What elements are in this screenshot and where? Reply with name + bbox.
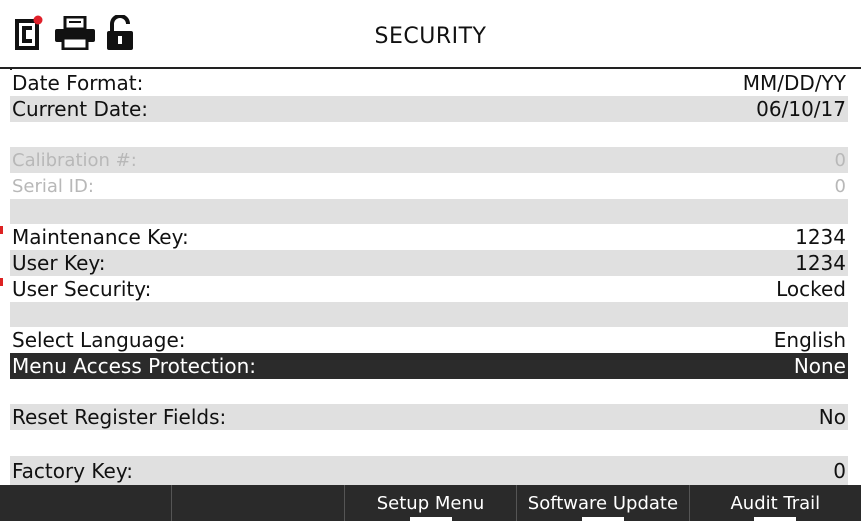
row-spacer <box>10 122 848 148</box>
row-label: Date Format: <box>12 71 144 95</box>
page-title: SECURITY <box>374 24 487 49</box>
row-value: 1234 <box>795 225 846 249</box>
edge-marker <box>0 226 3 234</box>
softkey-bar: Setup Menu Software Update Audit Trail <box>0 485 861 521</box>
row-maintenance-key[interactable]: Maintenance Key: 1234 <box>10 224 848 250</box>
row-serial-id: Serial ID: 0 <box>10 173 848 199</box>
row-spacer <box>10 430 848 456</box>
softkey-2[interactable] <box>171 485 343 521</box>
row-value: 0 <box>834 175 846 197</box>
row-value: 0 <box>834 149 846 171</box>
row-label: Current Date: <box>12 97 149 121</box>
row-reset-register-fields[interactable]: Reset Register Fields: No <box>10 404 848 430</box>
row-value: 1234 <box>795 251 846 275</box>
row-label: Reset Register Fields: <box>12 405 227 429</box>
softkey-indicator <box>754 517 797 521</box>
row-spacer <box>10 199 848 225</box>
softkey-indicator <box>581 517 624 521</box>
header-bar: SECURITY <box>0 0 861 69</box>
row-value: MM/DD/YY <box>742 71 846 95</box>
row-value: English <box>773 328 846 352</box>
row-spacer <box>10 379 848 405</box>
row-select-language[interactable]: Select Language: English <box>10 327 848 353</box>
row-label: User Security: <box>12 277 152 301</box>
row-user-security[interactable]: User Security: Locked <box>10 276 848 302</box>
row-value: 0 <box>833 458 846 483</box>
row-factory-key[interactable]: Factory Key: 0 <box>10 456 848 485</box>
row-value: None <box>793 354 846 378</box>
software-update-button[interactable]: Software Update <box>516 485 688 521</box>
row-label: Maintenance Key: <box>12 225 189 249</box>
row-current-date[interactable]: Current Date: 06/10/17 <box>10 96 848 122</box>
softkey-label: Setup Menu <box>376 492 485 514</box>
row-label: Serial ID: <box>12 175 94 197</box>
softkey-label: Software Update <box>527 492 679 514</box>
softkey-label: Audit Trail <box>730 492 821 514</box>
audit-trail-button[interactable]: Audit Trail <box>688 485 861 521</box>
softkey-1[interactable] <box>0 485 171 521</box>
softkey-indicator <box>409 517 452 521</box>
row-spacer <box>10 302 848 328</box>
row-label: Select Language: <box>12 328 186 352</box>
row-label: Menu Access Protection: <box>12 354 257 378</box>
row-value: Locked <box>776 277 846 301</box>
row-label: Factory Key: <box>12 458 133 483</box>
setup-menu-button[interactable]: Setup Menu <box>343 485 516 521</box>
edge-marker <box>0 278 3 286</box>
row-date-format[interactable]: Date Format: MM/DD/YY <box>10 70 848 96</box>
row-user-key[interactable]: User Key: 1234 <box>10 250 848 276</box>
row-value: 06/10/17 <box>756 97 846 121</box>
row-value: No <box>818 405 846 429</box>
row-calibration-number: Calibration #: 0 <box>10 147 848 173</box>
row-label: Calibration #: <box>12 149 137 171</box>
row-menu-access-protection[interactable]: Menu Access Protection: None <box>10 353 848 379</box>
row-label: User Key: <box>12 251 106 275</box>
